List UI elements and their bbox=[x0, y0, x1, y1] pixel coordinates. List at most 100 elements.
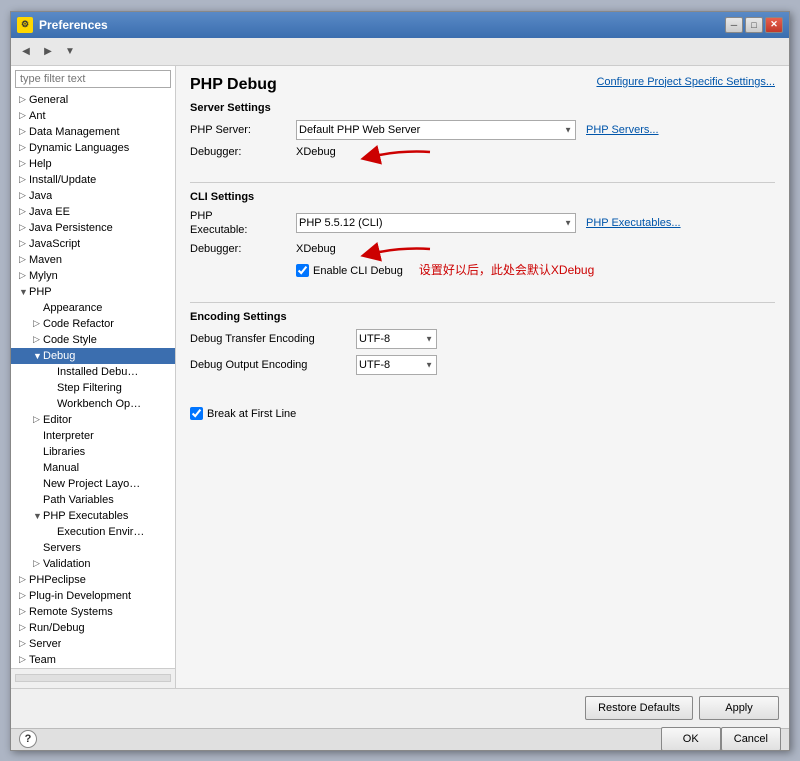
tree-item-label: Ant bbox=[29, 110, 46, 122]
sidebar-item-php-path-variables[interactable]: Path Variables bbox=[11, 492, 175, 508]
sidebar-item-php-manual[interactable]: Manual bbox=[11, 460, 175, 476]
tree-item-label: Mylyn bbox=[29, 270, 58, 282]
sidebar-item-php-new-project[interactable]: New Project Layo… bbox=[11, 476, 175, 492]
titlebar: ⚙ Preferences ─ □ ✕ bbox=[11, 12, 789, 38]
sidebar-item-php-debug[interactable]: ▼Debug bbox=[11, 348, 175, 364]
tree-item-label: Installed Debu… bbox=[57, 366, 138, 378]
sidebar-item-data-management[interactable]: ▷Data Management bbox=[11, 124, 175, 140]
tree-item-label: PHP bbox=[29, 286, 52, 298]
tree-arrow-icon: ▷ bbox=[33, 414, 43, 425]
sidebar-item-installed-debuggers[interactable]: Installed Debu… bbox=[11, 364, 175, 380]
enable-cli-debug-row: Enable CLI Debug 设置好以后，此处会默认XDebug bbox=[190, 261, 775, 278]
debug-output-select-wrapper: UTF-8 UTF-16 ISO-8859-1 bbox=[356, 355, 437, 375]
debug-transfer-select-wrapper: UTF-8 UTF-16 ISO-8859-1 bbox=[356, 329, 437, 349]
sidebar-item-php-servers[interactable]: Servers bbox=[11, 540, 175, 556]
cancel-button[interactable]: Cancel bbox=[721, 727, 781, 751]
close-button[interactable]: ✕ bbox=[765, 17, 783, 33]
sidebar-item-php-exec-env[interactable]: Execution Envir… bbox=[11, 524, 175, 540]
tree-arrow-icon: ▷ bbox=[19, 94, 29, 105]
php-servers-link[interactable]: PHP Servers... bbox=[586, 124, 659, 136]
tree-item-label: Run/Debug bbox=[29, 622, 85, 634]
sidebar-item-dynamic-languages[interactable]: ▷Dynamic Languages bbox=[11, 140, 175, 156]
configure-link[interactable]: Configure Project Specific Settings... bbox=[596, 76, 775, 88]
tree-item-label: Interpreter bbox=[43, 430, 94, 442]
main-content: ▷General▷Ant▷Data Management▷Dynamic Lan… bbox=[11, 66, 789, 688]
tree-item-label: Workbench Op… bbox=[57, 398, 141, 410]
sidebar-item-mylyn[interactable]: ▷Mylyn bbox=[11, 268, 175, 284]
php-executable-row: PHP Executable: PHP 5.5.12 (CLI) PHP Exe… bbox=[190, 209, 775, 238]
php-executables-link[interactable]: PHP Executables... bbox=[586, 217, 681, 229]
sidebar-item-php[interactable]: ▼PHP bbox=[11, 284, 175, 300]
debug-transfer-row: Debug Transfer Encoding UTF-8 UTF-16 ISO… bbox=[190, 329, 775, 349]
sidebar-item-server[interactable]: ▷Server bbox=[11, 636, 175, 652]
debug-output-select[interactable]: UTF-8 UTF-16 ISO-8859-1 bbox=[356, 355, 437, 375]
ok-button[interactable]: OK bbox=[661, 727, 721, 751]
server-debugger-value: XDebug bbox=[296, 146, 336, 158]
cli-annotation-text: 设置好以后，此处会默认XDebug bbox=[419, 261, 594, 278]
sidebar-item-remote-systems[interactable]: ▷Remote Systems bbox=[11, 604, 175, 620]
sidebar-item-php-code-refactor[interactable]: ▷Code Refactor bbox=[11, 316, 175, 332]
sidebar-item-plug-in-development[interactable]: ▷Plug-in Development bbox=[11, 588, 175, 604]
cli-arrow-annotation bbox=[360, 239, 440, 269]
tree-item-label: Libraries bbox=[43, 446, 85, 458]
back-button[interactable]: ◀ bbox=[15, 41, 37, 61]
tree-arrow-icon: ▼ bbox=[33, 511, 43, 521]
sidebar-item-step-filtering[interactable]: Step Filtering bbox=[11, 380, 175, 396]
sidebar-item-php-code-style[interactable]: ▷Code Style bbox=[11, 332, 175, 348]
enable-cli-debug-checkbox[interactable] bbox=[296, 264, 309, 277]
sidebar-item-php-editor[interactable]: ▷Editor bbox=[11, 412, 175, 428]
dropdown-button[interactable]: ▼ bbox=[59, 41, 81, 61]
sidebar-item-general[interactable]: ▷General bbox=[11, 92, 175, 108]
sidebar-item-workbench-options[interactable]: Workbench Op… bbox=[11, 396, 175, 412]
sidebar-item-java[interactable]: ▷Java bbox=[11, 188, 175, 204]
tree-item-label: Help bbox=[29, 158, 52, 170]
sidebar-item-javascript[interactable]: ▷JavaScript bbox=[11, 236, 175, 252]
sidebar-item-maven[interactable]: ▷Maven bbox=[11, 252, 175, 268]
php-executable-select-wrapper: PHP 5.5.12 (CLI) bbox=[296, 213, 576, 233]
tree-item-label: Maven bbox=[29, 254, 62, 266]
tree-arrow-icon: ▷ bbox=[19, 142, 29, 153]
sidebar-item-php-interpreter[interactable]: Interpreter bbox=[11, 428, 175, 444]
sidebar-item-php-libraries[interactable]: Libraries bbox=[11, 444, 175, 460]
encoding-settings-section: Encoding Settings Debug Transfer Encodin… bbox=[190, 311, 775, 381]
server-debugger-label: Debugger: bbox=[190, 146, 290, 158]
panel-header: PHP Debug Configure Project Specific Set… bbox=[190, 76, 775, 94]
sidebar-item-phpeclipse[interactable]: ▷PHPeclipse bbox=[11, 572, 175, 588]
encoding-section-title: Encoding Settings bbox=[190, 311, 775, 323]
horizontal-scrollbar[interactable] bbox=[15, 674, 171, 682]
sidebar-item-java-ee[interactable]: ▷Java EE bbox=[11, 204, 175, 220]
restore-button[interactable]: □ bbox=[745, 17, 763, 33]
apply-button[interactable]: Apply bbox=[699, 696, 779, 720]
status-bar: ? OK Cancel bbox=[11, 728, 789, 750]
sidebar-item-java-persistence[interactable]: ▷Java Persistence bbox=[11, 220, 175, 236]
sidebar-item-ant[interactable]: ▷Ant bbox=[11, 108, 175, 124]
tree-item-label: Dynamic Languages bbox=[29, 142, 129, 154]
restore-defaults-button[interactable]: Restore Defaults bbox=[585, 696, 693, 720]
sidebar-item-team[interactable]: ▷Team bbox=[11, 652, 175, 668]
cli-debugger-label: Debugger: bbox=[190, 243, 290, 255]
break-section: Break at First Line bbox=[190, 405, 775, 420]
tree-arrow-icon: ▷ bbox=[19, 270, 29, 281]
break-first-line-checkbox[interactable] bbox=[190, 407, 203, 420]
forward-button[interactable]: ▶ bbox=[37, 41, 59, 61]
tree-item-label: JavaScript bbox=[29, 238, 80, 250]
filter-input[interactable] bbox=[15, 70, 171, 88]
sidebar-item-php-appearance[interactable]: Appearance bbox=[11, 300, 175, 316]
php-executable-select[interactable]: PHP 5.5.12 (CLI) bbox=[296, 213, 576, 233]
tree-arrow-icon: ▷ bbox=[19, 158, 29, 169]
sidebar-item-php-validation[interactable]: ▷Validation bbox=[11, 556, 175, 572]
sidebar-item-install-update[interactable]: ▷Install/Update bbox=[11, 172, 175, 188]
tree-item-label: Java Persistence bbox=[29, 222, 113, 234]
sidebar-item-php-executables[interactable]: ▼PHP Executables bbox=[11, 508, 175, 524]
tree-item-label: Plug-in Development bbox=[29, 590, 131, 602]
php-server-select[interactable]: Default PHP Web Server bbox=[296, 120, 576, 140]
sidebar-item-run-debug[interactable]: ▷Run/Debug bbox=[11, 620, 175, 636]
tree-item-label: New Project Layo… bbox=[43, 478, 140, 490]
minimize-button[interactable]: ─ bbox=[725, 17, 743, 33]
php-executable-label: PHP Executable: bbox=[190, 209, 290, 238]
sidebar-item-help[interactable]: ▷Help bbox=[11, 156, 175, 172]
tree-arrow-icon: ▷ bbox=[19, 190, 29, 201]
tree-container: ▷General▷Ant▷Data Management▷Dynamic Lan… bbox=[11, 92, 175, 668]
debug-transfer-select[interactable]: UTF-8 UTF-16 ISO-8859-1 bbox=[356, 329, 437, 349]
help-button[interactable]: ? bbox=[19, 730, 37, 748]
